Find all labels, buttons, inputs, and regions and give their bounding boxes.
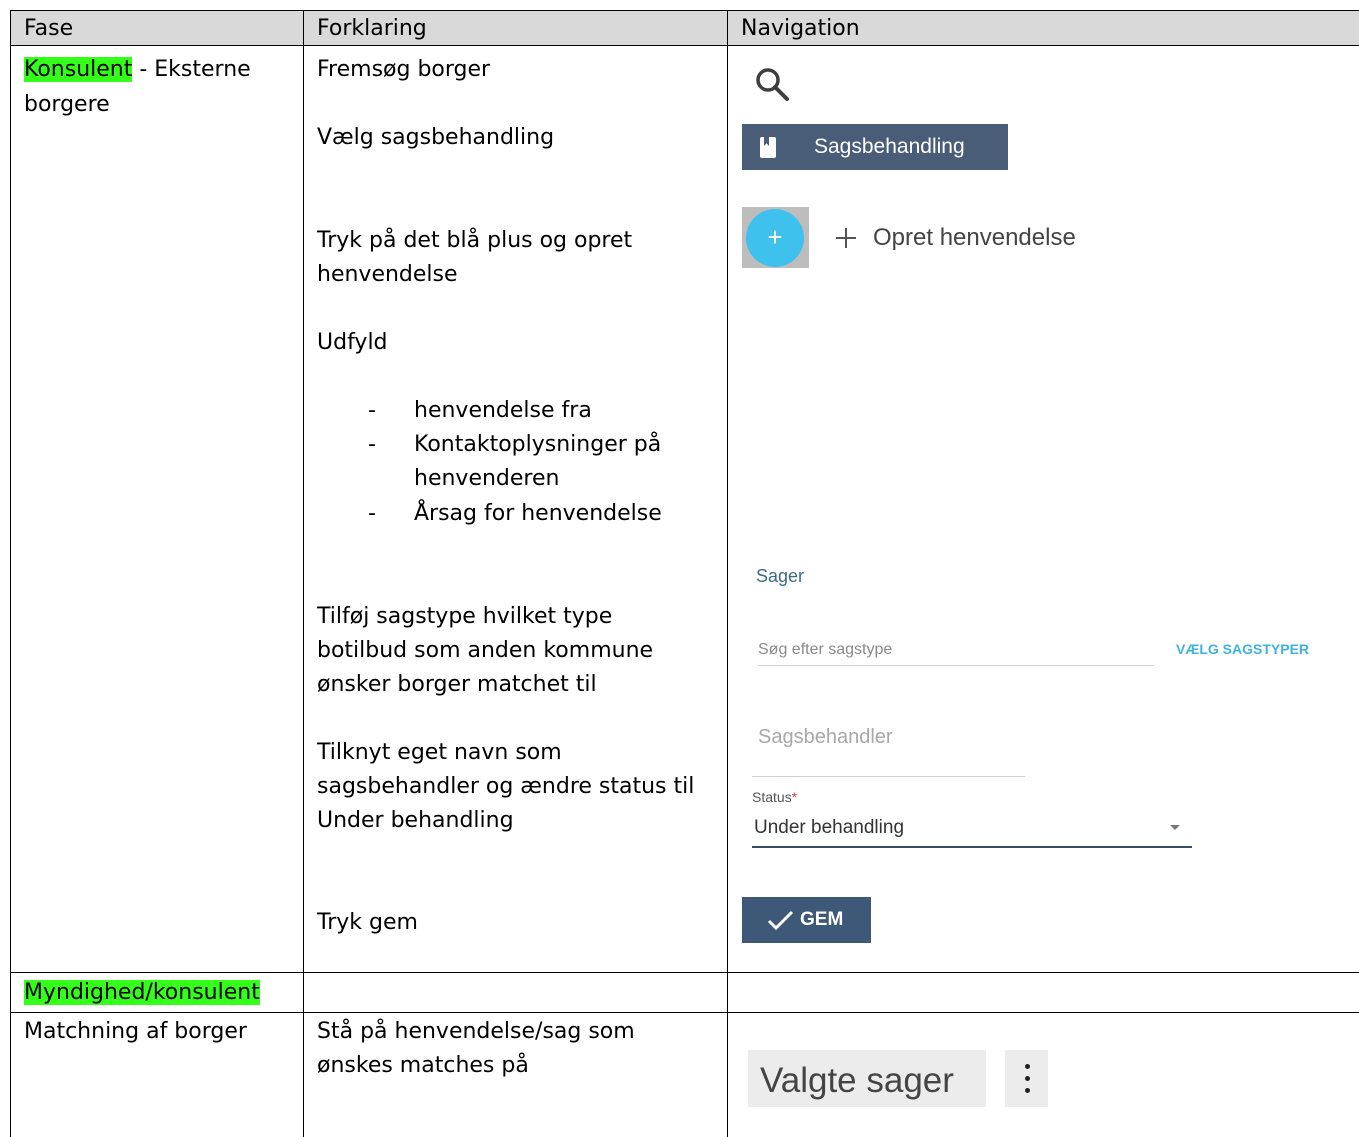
fab-container: + [742, 207, 809, 268]
header-forklaring: Forklaring [317, 16, 427, 41]
sagsbehandling-button[interactable]: Sagsbehandling [742, 124, 1008, 170]
gem-button[interactable]: GEM [742, 897, 871, 943]
sagstype-search-input[interactable]: Søg efter sagstype [758, 641, 892, 659]
status-label-text: Status [752, 789, 792, 805]
gem-label: GEM [800, 909, 844, 930]
step-tilknyt-line1: Tilknyt eget navn som [317, 740, 562, 765]
step-tryk-line2: henvendelse [317, 262, 458, 287]
add-fab-button[interactable]: + [746, 209, 804, 267]
more-vert-icon[interactable] [1005, 1050, 1048, 1107]
fase-konsulent-line2: borgere [24, 92, 110, 117]
bullet-dash: - [368, 398, 376, 423]
sagstype-underline [758, 665, 1154, 666]
step-tilknyt-line3: Under behandling [317, 808, 514, 833]
chevron-down-icon[interactable] [1170, 825, 1180, 830]
step-tilfoj-line1: Tilføj sagstype hvilket type [317, 604, 613, 629]
valgte-sager-tab[interactable]: Valgte sager [748, 1050, 986, 1107]
table-border-col2 [303, 10, 304, 1137]
fase-konsulent-rest: - Eksterne [132, 57, 251, 82]
step-staa-line2: ønskes matches på [317, 1053, 529, 1078]
required-marker: * [791, 789, 798, 805]
status-label: Status* [752, 789, 797, 805]
step-fremsog: Fremsøg borger [317, 57, 491, 82]
table-border-left [10, 10, 11, 1137]
valgte-sager-label: Valgte sager [760, 1061, 954, 1100]
step-tilfoj-line2: botilbud som anden kommune [317, 638, 654, 663]
header-fase: Fase [24, 16, 74, 41]
table-border-top [10, 10, 1359, 11]
bullet-henvendelse-fra: henvendelse fra [414, 398, 592, 423]
sagsbehandler-input[interactable]: Sagsbehandler [758, 726, 893, 749]
status-underline [752, 846, 1192, 848]
table-border-row1 [10, 972, 1359, 973]
step-tilknyt-line2: sagsbehandler og ændre status til [317, 774, 695, 799]
table-header-row [11, 11, 1359, 45]
step-tilfoj-line3: ønsker borger matchet til [317, 672, 597, 697]
step-tryk-line1: Tryk på det blå plus og opret [317, 228, 633, 253]
bullet-aarsag: Årsag for henvendelse [414, 501, 662, 526]
step-gem: Tryk gem [317, 910, 418, 935]
fase-myndighed-highlight: Myndighed/konsulent [24, 980, 260, 1005]
plus-icon [834, 226, 858, 250]
check-icon [767, 910, 794, 931]
table-border-row2 [10, 1012, 1359, 1013]
fase-konsulent: Konsulent - Eksterne [24, 53, 251, 87]
book-icon [760, 137, 776, 158]
step-vaelg: Vælg sagsbehandling [317, 125, 555, 150]
fase-myndighed: Myndighed/konsulent [24, 976, 260, 1010]
step-staa-line1: Stå på henvendelse/sag som [317, 1019, 635, 1044]
table-border-header [10, 45, 1359, 46]
bullet-dash: - [368, 432, 376, 457]
table-border-col3 [727, 10, 728, 1137]
bullet-dash: - [368, 501, 376, 526]
kebab-dot [1025, 1064, 1030, 1069]
kebab-dot [1025, 1088, 1030, 1093]
search-icon[interactable] [752, 64, 792, 104]
sager-heading: Sager [756, 566, 805, 586]
opret-henvendelse-action[interactable]: Opret henvendelse [873, 222, 1076, 254]
step-udfyld: Udfyld [317, 330, 388, 355]
sagsbehandling-label: Sagsbehandling [814, 135, 965, 158]
fase-matchning: Matchning af borger [24, 1019, 247, 1044]
status-select[interactable]: Under behandling [754, 817, 904, 839]
header-navigation: Navigation [741, 16, 860, 41]
bullet-kontakt-line2: henvenderen [414, 466, 560, 491]
vaelg-sagstyper-link[interactable]: VÆLG SAGSTYPER [1176, 641, 1309, 657]
kebab-dot [1025, 1076, 1030, 1081]
sagsbehandler-underline [752, 776, 1025, 777]
fase-konsulent-highlight: Konsulent [24, 57, 133, 82]
bullet-kontakt: Kontaktoplysninger på [414, 432, 662, 457]
